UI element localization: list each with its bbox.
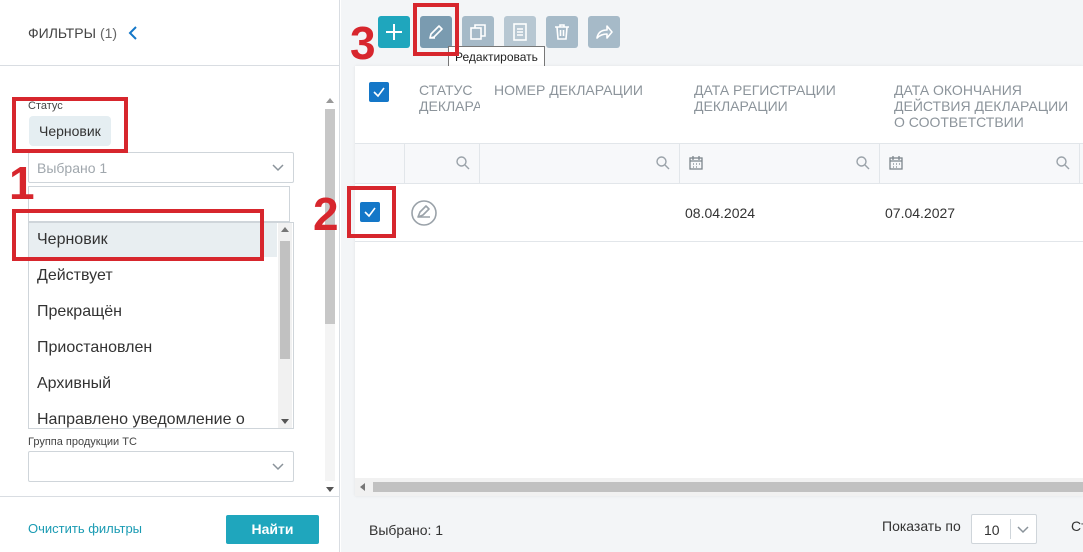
options-scrollbar[interactable] [278, 223, 292, 428]
status-option-notified[interactable]: Направлено уведомление о [29, 403, 277, 428]
search-icon[interactable] [1055, 155, 1071, 171]
clear-filters-link[interactable]: Очистить фильтры [28, 521, 142, 536]
copy-icon [470, 24, 486, 40]
filters-footer: Очистить фильтры Найти [0, 496, 339, 552]
filters-scrollbar[interactable] [323, 95, 337, 495]
annotation-number-3: 3 [350, 17, 376, 69]
filters-title: ФИЛЬТРЫ (1) [28, 25, 117, 41]
page-size-value: 10 [984, 522, 1000, 538]
page-size-label: Показать по [882, 518, 961, 534]
column-header-status[interactable]: СТАТУС ДЕКЛАРАЦИИ [419, 82, 480, 114]
main-area: Редактировать СТАТУС ДЕКЛАРАЦИИ НОМЕР ДЕ… [341, 0, 1083, 552]
scroll-up-arrow-icon[interactable] [326, 98, 334, 103]
selected-count: Выбрано: 1 [369, 522, 444, 538]
scroll-left-arrow-icon[interactable] [360, 483, 365, 491]
filter-cell-reg-date[interactable] [680, 144, 880, 184]
grid-footer: Выбрано: 1 Показать по 10 Ст [341, 496, 1083, 552]
grid-horizontal-scrollbar[interactable] [355, 478, 1083, 496]
cell-reg-date: 08.04.2024 [685, 205, 756, 221]
trash-icon [555, 24, 569, 40]
filters-title-text: ФИЛЬТРЫ [28, 25, 96, 41]
options-scroll-thumb[interactable] [280, 241, 290, 359]
chevron-down-icon [1017, 526, 1029, 534]
document-button[interactable] [504, 16, 536, 48]
declarations-grid: СТАТУС ДЕКЛАРАЦИИ НОМЕР ДЕКЛАРАЦИИ ДАТА … [355, 66, 1083, 496]
column-header-reg-date[interactable]: ДАТА РЕГИСТРАЦИИ ДЕКЛАРАЦИИ [694, 82, 879, 114]
column-header-end-date[interactable]: ДАТА ОКОНЧАНИЯ ДЕЙСТВИЯ ДЕКЛАРАЦИИ О СОО… [894, 82, 1074, 130]
status-option-archived[interactable]: Архивный [29, 367, 277, 401]
draft-status-icon [411, 200, 437, 226]
filter-cell-number[interactable] [480, 144, 680, 184]
share-button[interactable] [588, 16, 620, 48]
checkmark-icon [373, 87, 385, 98]
column-header-number[interactable]: НОМЕР ДЕКЛАРАЦИИ [494, 82, 679, 98]
status-select-value: Выбрано 1 [37, 160, 108, 176]
page-size-select[interactable]: 10 [971, 514, 1037, 544]
chevron-down-icon [272, 164, 284, 172]
find-button[interactable]: Найти [226, 515, 319, 544]
filters-count: (1) [99, 25, 118, 41]
scroll-down-arrow-icon[interactable] [281, 419, 289, 424]
search-icon[interactable] [855, 155, 871, 171]
status-select[interactable]: Выбрано 1 [28, 152, 294, 183]
filter-cell-end-date[interactable] [880, 144, 1080, 184]
pagination-label: Ст [1071, 518, 1083, 534]
filters-header: ФИЛЬТРЫ (1) [0, 0, 339, 66]
annotation-box-row-checkbox [347, 186, 396, 238]
search-icon[interactable] [655, 155, 671, 171]
scroll-up-arrow-icon[interactable] [281, 227, 289, 232]
annotation-box-edit [413, 3, 459, 56]
annotation-number-1: 1 [9, 157, 35, 209]
plus-icon [386, 24, 402, 40]
table-row[interactable]: 08.04.2024 07.04.2027 [355, 185, 1083, 242]
calendar-icon[interactable] [888, 155, 904, 171]
delete-button[interactable] [546, 16, 578, 48]
edit-tooltip: Редактировать [448, 46, 545, 68]
filter-cell-status[interactable] [405, 144, 480, 184]
product-group-select[interactable] [28, 451, 294, 482]
grid-scroll-thumb[interactable] [373, 482, 1083, 492]
status-option-suspended[interactable]: Приостановлен [29, 331, 277, 365]
chevron-down-icon [272, 463, 284, 471]
search-icon[interactable] [455, 155, 471, 171]
select-all-checkbox[interactable] [369, 82, 389, 102]
document-icon [513, 23, 527, 41]
chevron-left-icon[interactable] [127, 24, 139, 42]
annotation-number-2: 2 [313, 188, 339, 240]
annotation-box-option [12, 209, 264, 261]
add-button[interactable] [378, 16, 410, 48]
page-size-divider [1010, 519, 1011, 539]
filter-cell-select [355, 144, 405, 184]
annotation-box-status [12, 97, 128, 153]
product-group-label: Группа продукции ТС [28, 436, 137, 448]
copy-button[interactable] [462, 16, 494, 48]
grid-header: СТАТУС ДЕКЛАРАЦИИ НОМЕР ДЕКЛАРАЦИИ ДАТА … [355, 66, 1083, 144]
calendar-icon[interactable] [688, 155, 704, 171]
scroll-down-arrow-icon[interactable] [326, 487, 334, 492]
status-option-terminated[interactable]: Прекращён [29, 295, 277, 329]
status-option-active[interactable]: Действует [29, 259, 277, 293]
filters-panel: ФИЛЬТРЫ (1) Статус Черновик Выбрано 1 Чер… [0, 0, 340, 552]
share-arrow-icon [596, 25, 613, 39]
cell-end-date: 07.04.2027 [885, 205, 956, 221]
column-filter-row [355, 144, 1083, 184]
